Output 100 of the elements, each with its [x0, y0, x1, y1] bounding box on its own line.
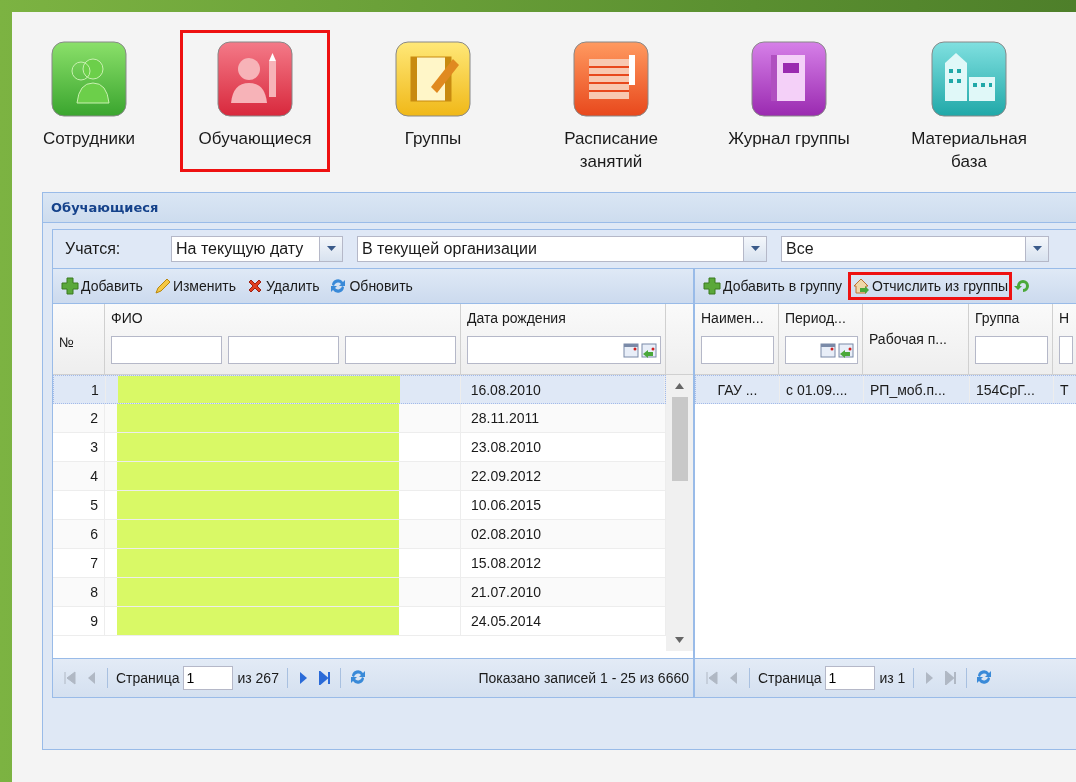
- scroll-up-icon: [675, 383, 684, 389]
- scroll-down-icon: [675, 637, 684, 643]
- filter-field[interactable]: [701, 336, 774, 364]
- column-header[interactable]: Рабочая п...: [863, 304, 969, 374]
- row-number: 4: [53, 462, 105, 490]
- table-row[interactable]: ГАУ ... с 01.09.... РП_моб.п... 154СрГ... Т: [695, 375, 1076, 404]
- table-row[interactable]: 2 28.11.2011: [53, 404, 666, 433]
- buildings-icon: [931, 41, 1007, 117]
- column-header[interactable]: №: [53, 304, 105, 374]
- person-pencil-icon: [217, 41, 293, 117]
- pencil-icon: [152, 277, 171, 295]
- filter-field[interactable]: [228, 336, 339, 364]
- row-number: 2: [53, 404, 105, 432]
- nav-item[interactable]: Обучающиеся: [180, 30, 330, 172]
- table-cell: РП_моб.п...: [864, 376, 970, 403]
- filter-field[interactable]: [345, 336, 456, 364]
- page-field[interactable]: 1: [825, 666, 876, 690]
- date-filter-field[interactable]: [785, 336, 858, 364]
- table-row[interactable]: 8 21.07.2010: [53, 578, 666, 607]
- page-label: Страница: [758, 670, 822, 686]
- nav-label: Группы: [403, 128, 463, 150]
- nav-item[interactable]: Журнал группы: [716, 30, 862, 172]
- book-icon: [751, 41, 827, 117]
- row-number: 8: [53, 578, 105, 606]
- plus-icon: [703, 277, 721, 295]
- table-row[interactable]: 6 02.08.2010: [53, 520, 666, 549]
- column-title: Рабочая п...: [869, 331, 948, 347]
- first-page-icon: [705, 671, 719, 685]
- last-page-icon: [944, 671, 959, 685]
- column-header[interactable]: Группа: [969, 304, 1053, 374]
- column-title: ФИО: [111, 310, 144, 326]
- nav-label: Расписание занятий: [563, 128, 659, 173]
- filter-field[interactable]: [111, 336, 222, 364]
- film-pencil-icon: [395, 41, 471, 117]
- scroll-thumb[interactable]: [671, 397, 688, 481]
- column-title: Наимен...: [701, 310, 765, 326]
- column-header[interactable]: Наимен...: [695, 304, 779, 374]
- toolbar-button[interactable]: Обновить: [325, 272, 417, 300]
- filter-field[interactable]: [1059, 336, 1073, 364]
- nav-label: Материальная база: [910, 128, 1028, 173]
- nav-item[interactable]: Расписание занятий: [538, 30, 684, 172]
- date-filter-field[interactable]: [467, 336, 661, 364]
- scrollbar[interactable]: [666, 375, 693, 651]
- toolbar-button[interactable]: Добавить: [57, 272, 147, 300]
- toolbar-button[interactable]: Отчислить из группы: [848, 272, 1013, 300]
- page-count: из 1: [879, 670, 906, 686]
- table-cell: 16.08.2010: [460, 376, 665, 403]
- house-arrow-icon: [852, 277, 870, 295]
- last-page-icon: [317, 671, 332, 685]
- toolbar-button[interactable]: Удалить: [242, 272, 324, 300]
- table-row[interactable]: 4 22.09.2012: [53, 462, 666, 491]
- row-number: 1: [54, 376, 106, 403]
- calendar-icon: [623, 342, 639, 358]
- page-count: из 267: [237, 670, 279, 686]
- records-summary: Показано записей 1 - 25 из 6660: [478, 670, 690, 686]
- caret-icon: [750, 246, 760, 252]
- table-cell: с 01.09....: [780, 376, 864, 403]
- nav-item[interactable]: Сотрудники: [20, 30, 158, 172]
- first-page-icon: [63, 671, 77, 685]
- table-row[interactable]: 9 24.05.2014: [53, 607, 666, 636]
- toolbar-button[interactable]: Изменить: [148, 272, 241, 300]
- table-cell-text: Т: [1059, 380, 1070, 400]
- row-number: 6: [53, 520, 105, 548]
- column-title: Н: [1059, 310, 1071, 326]
- plus-icon: [61, 277, 79, 295]
- column-title: Группа: [975, 310, 1021, 326]
- nav-label: Журнал группы: [727, 128, 851, 150]
- dropdown[interactable]: Все: [781, 236, 1049, 262]
- table-row[interactable]: 3 23.08.2010: [53, 433, 666, 462]
- nav-item[interactable]: Группы: [360, 30, 506, 172]
- row-number: 7: [53, 549, 105, 577]
- column-header[interactable]: Дата рождения: [461, 304, 666, 374]
- page-label: Страница: [116, 670, 180, 686]
- column-title: Дата рождения: [467, 310, 567, 326]
- dropdown[interactable]: На текущую дату: [171, 236, 343, 262]
- table-row[interactable]: 5 10.06.2015: [53, 491, 666, 520]
- nav-item[interactable]: Материальная база: [894, 30, 1044, 172]
- lined-sheet-icon: [573, 41, 649, 117]
- filter-label: Учатся:: [65, 240, 122, 258]
- table-cell: 154СрГ...: [970, 376, 1054, 403]
- column-header[interactable]: Период...: [779, 304, 863, 374]
- row-number: 3: [53, 433, 105, 461]
- table-row[interactable]: 1 16.08.2010: [53, 375, 666, 404]
- column-header[interactable]: ФИО: [105, 304, 461, 374]
- filter-field[interactable]: [975, 336, 1048, 364]
- table-cell: ГАУ ...: [696, 376, 780, 403]
- toolbar-button[interactable]: Добавить в группу: [699, 272, 846, 300]
- column-header[interactable]: Н: [1053, 304, 1076, 374]
- row-number: 5: [53, 491, 105, 519]
- row-number: 9: [53, 607, 105, 635]
- people-icon: [51, 41, 127, 117]
- refresh-icon: [329, 277, 348, 295]
- panel-title: Обучающиеся: [43, 193, 1076, 223]
- nav-label: Обучающиеся: [197, 128, 313, 150]
- table-row[interactable]: 7 15.08.2012: [53, 549, 666, 578]
- caret-icon: [326, 246, 336, 252]
- page-field[interactable]: 1: [183, 666, 234, 690]
- calendar-icon: [820, 342, 836, 358]
- caret-icon: [1032, 246, 1042, 252]
- dropdown[interactable]: В текущей организации: [357, 236, 767, 262]
